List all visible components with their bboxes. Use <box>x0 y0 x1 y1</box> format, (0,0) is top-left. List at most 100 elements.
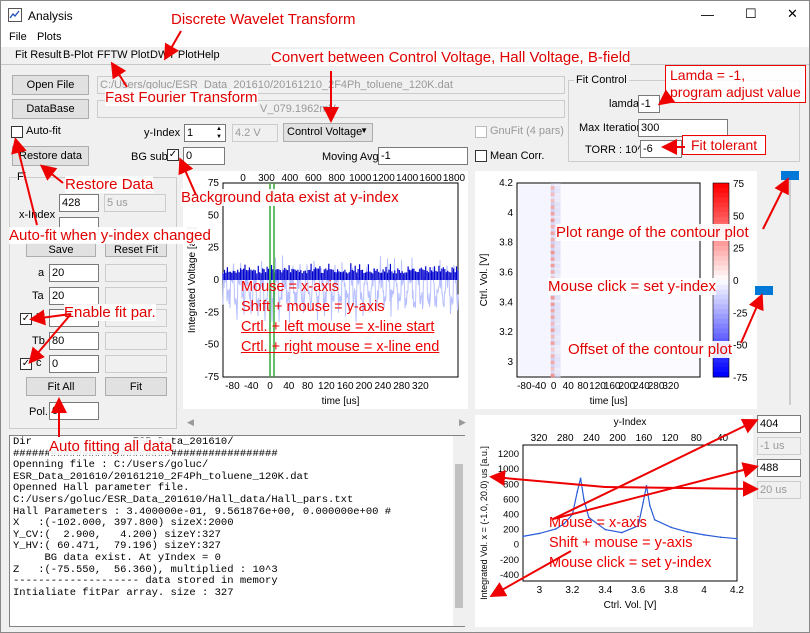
colorbar-cell <box>713 270 729 276</box>
data-point <box>522 535 524 538</box>
heatmap-cell <box>550 183 555 187</box>
colorbar-cell <box>713 309 729 315</box>
x2-tick-label: 160 <box>636 433 653 444</box>
heatmap-cell <box>554 367 561 371</box>
heatmap-cell <box>554 254 561 258</box>
x-tick-label: 3.8 <box>664 585 678 596</box>
bg-sub-input[interactable]: 0 <box>183 147 225 165</box>
tab-b-plot[interactable]: B-Plot <box>63 49 93 61</box>
mode-select[interactable]: Control Voltage ▼ <box>283 123 373 142</box>
minimize-button[interactable]: — <box>701 7 714 22</box>
fit-button[interactable]: Fit <box>105 377 167 396</box>
heatmap-cell <box>554 338 561 342</box>
bg-sub-checkbox[interactable]: ✓ <box>167 149 179 161</box>
par-ta-result <box>105 287 167 305</box>
heatmap-background <box>519 185 550 375</box>
reset-fit-button[interactable]: Reset Fit <box>105 243 167 257</box>
tab-dwt-plot[interactable]: DWT Plot <box>150 49 197 61</box>
y-tick-label: -200 <box>500 555 519 566</box>
log-scroll-thumb[interactable] <box>455 464 463 608</box>
offset-slider-thumb[interactable] <box>755 286 773 295</box>
heatmap-cell <box>554 250 561 255</box>
open-file-button[interactable]: Open File <box>12 75 89 95</box>
right-bottom-input[interactable]: 488 <box>757 459 801 477</box>
database-button[interactable]: DataBase <box>12 99 89 119</box>
title-bar: Analysis — ☐ ✕ <box>1 1 809 29</box>
heatmap-cell <box>550 186 555 190</box>
x2-tick-label: 1600 <box>419 173 442 184</box>
slider-thumb[interactable] <box>781 171 799 180</box>
autofit-checkbox[interactable] <box>11 126 23 138</box>
colorbar-tick-label: -25 <box>733 308 748 319</box>
x2-tick-label: 280 <box>557 433 574 444</box>
heatmap-cell <box>554 305 561 310</box>
pol-input[interactable]: 0 <box>49 402 99 420</box>
gnufit-checkbox[interactable] <box>475 126 487 138</box>
heatmap-cell <box>550 364 555 368</box>
offset-slider[interactable] <box>753 273 775 303</box>
par-ta-input[interactable]: 20 <box>49 287 99 305</box>
heatmap-cell <box>550 360 555 365</box>
right-top-time: -1 us <box>757 437 801 455</box>
plot-scroll-left-icon[interactable]: ◀ <box>187 417 194 428</box>
par-c-checkbox[interactable]: ✓ <box>20 358 32 370</box>
heatmap-cell <box>550 192 555 197</box>
tab-fftw-plot[interactable]: FFTW Plot <box>97 49 150 61</box>
heatmap-cell <box>550 322 555 326</box>
restore-data-button[interactable]: Restore data <box>12 146 89 166</box>
par-tb-input[interactable]: 80 <box>49 332 99 350</box>
heatmap-cell <box>554 296 561 300</box>
y-tick-label: 3.8 <box>499 238 513 249</box>
mean-corr-checkbox[interactable] <box>475 150 487 162</box>
tab-fit-result[interactable]: Fit Result <box>15 49 61 61</box>
lamda-input[interactable]: -1 <box>638 95 660 113</box>
plot1-help: Mouse = x-axis Shift + mouse = y-axis Cr… <box>241 277 439 357</box>
save-button[interactable]: Save <box>26 243 96 257</box>
heatmap-cell <box>550 208 555 213</box>
annotation-dwt: Discrete Wavelet Transform <box>171 11 356 28</box>
fit-all-button[interactable]: Fit All <box>26 377 96 396</box>
torr-label: TORR : 10^ <box>585 144 643 156</box>
heatmap-cell <box>554 360 561 365</box>
fit-panel-title: Fi <box>17 171 27 183</box>
heatmap-cell <box>550 367 555 371</box>
par-b-checkbox[interactable]: ✓ <box>20 313 32 325</box>
x-index-time: 5 us <box>104 194 166 212</box>
y-tick-label: 4 <box>507 208 513 219</box>
heatmap-cell <box>550 205 555 210</box>
plot1-help-line: Shift + mouse = y-axis <box>241 299 385 315</box>
colorbar-cell <box>713 207 729 213</box>
plot-title: y-Index <box>614 417 647 428</box>
par-c-input[interactable]: 0 <box>49 355 99 373</box>
x-index-input[interactable]: 428 <box>59 194 99 212</box>
colorbar-cell <box>713 260 729 266</box>
plot-scroll-right-icon[interactable]: ▶ <box>459 417 466 428</box>
colorbar-cell <box>713 202 729 208</box>
heatmap-cell <box>554 270 561 274</box>
colorbar-cell <box>713 216 729 223</box>
x2-tick-label: 400 <box>282 173 299 184</box>
menu-file[interactable]: File <box>9 31 27 43</box>
y-index-spinner[interactable]: ▲ ▼ <box>213 125 225 141</box>
plot1-help-line: Mouse = x-axis <box>241 279 339 295</box>
tab-help[interactable]: Help <box>197 49 220 61</box>
heatmap-cell <box>554 328 561 333</box>
maximize-button[interactable]: ☐ <box>745 6 757 22</box>
right-top-input[interactable]: 404 <box>757 415 801 433</box>
heatmap-cell <box>554 299 561 303</box>
bg-sub-label: BG sub. <box>131 151 171 163</box>
plot-range-slider[interactable] <box>779 169 801 409</box>
heatmap-cell <box>554 260 561 265</box>
menu-plots[interactable]: Plots <box>37 31 61 43</box>
colorbar-cell <box>713 294 729 300</box>
torr-input[interactable]: -6 <box>640 140 682 158</box>
heatmap-cell <box>554 357 561 362</box>
log-scrollbar[interactable] <box>453 436 465 626</box>
colorbar-cell <box>713 333 729 339</box>
par-a-input[interactable]: 20 <box>49 264 99 282</box>
y-axis-label: Ctrl. Vol. [V] <box>479 253 490 306</box>
colorbar-cell <box>713 328 729 334</box>
moving-avg-input[interactable]: -1 <box>378 147 468 165</box>
close-button[interactable]: ✕ <box>787 6 798 22</box>
heatmap-cell <box>550 347 555 352</box>
